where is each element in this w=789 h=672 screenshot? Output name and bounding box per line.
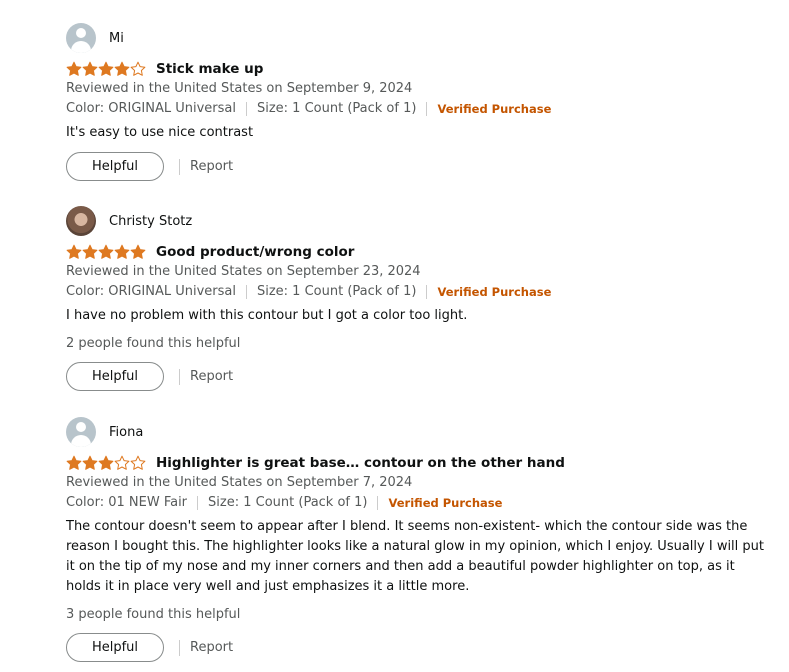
star-filled-icon [82, 455, 98, 470]
variant-size[interactable]: Size: 1 Count (Pack of 1) [257, 99, 416, 119]
star-filled-icon [98, 244, 114, 259]
reviews-page: Mi Stick make up Reviewed in the United … [0, 0, 789, 672]
review-title[interactable]: Highlighter is great base… contour on th… [156, 455, 565, 471]
reviewer-name[interactable]: Christy Stotz [109, 214, 192, 229]
star-empty-icon [130, 61, 146, 76]
person-icon [66, 417, 96, 447]
variant-info: Color: ORIGINAL Universal Size: 1 Count … [66, 99, 766, 119]
reviewer-profile[interactable]: Fiona [66, 417, 766, 447]
verified-purchase-badge: Verified Purchase [426, 102, 551, 116]
star-filled-icon [66, 455, 82, 470]
variant-info: Color: 01 NEW Fair Size: 1 Count (Pack o… [66, 493, 766, 513]
helpful-button[interactable]: Helpful [66, 362, 164, 391]
variant-size[interactable]: Size: 1 Count (Pack of 1) [257, 282, 416, 302]
reviewer-photo-avatar [66, 206, 96, 236]
star-filled-icon [114, 244, 130, 259]
variant-info: Color: ORIGINAL Universal Size: 1 Count … [66, 282, 766, 302]
star-filled-icon [82, 244, 98, 259]
helpful-button[interactable]: Helpful [66, 152, 164, 181]
variant-size[interactable]: Size: 1 Count (Pack of 1) [208, 493, 367, 513]
variant-color[interactable]: Color: ORIGINAL Universal [66, 282, 236, 302]
reviewer-profile[interactable]: Mi [66, 23, 766, 53]
report-link[interactable]: Report [179, 368, 233, 385]
star-empty-icon [130, 455, 146, 470]
report-link[interactable]: Report [179, 158, 233, 175]
review-card: Mi Stick make up Reviewed in the United … [66, 23, 766, 181]
star-filled-icon [130, 244, 146, 259]
review-date: Reviewed in the United States on Septemb… [66, 81, 413, 96]
review-card: Fiona Highlighter is great base… contour… [66, 417, 766, 662]
review-title[interactable]: Stick make up [156, 61, 263, 77]
star-filled-icon [66, 61, 82, 76]
star-filled-icon [114, 61, 130, 76]
reviewer-profile[interactable]: Christy Stotz [66, 206, 766, 236]
report-link[interactable]: Report [179, 639, 233, 656]
star-rating [66, 61, 146, 77]
verified-purchase-badge: Verified Purchase [426, 285, 551, 299]
review-card: Christy Stotz Good product/wrong color R… [66, 206, 766, 391]
star-filled-icon [98, 61, 114, 76]
variant-color[interactable]: Color: 01 NEW Fair [66, 493, 187, 513]
star-filled-icon [82, 61, 98, 76]
review-body: I have no problem with this contour but … [66, 308, 468, 323]
verified-purchase-badge: Verified Purchase [377, 496, 502, 510]
star-rating [66, 244, 146, 260]
review-date: Reviewed in the United States on Septemb… [66, 264, 421, 279]
review-body: The contour doesn't seem to appear after… [66, 519, 765, 594]
star-filled-icon [98, 455, 114, 470]
review-date: Reviewed in the United States on Septemb… [66, 475, 413, 490]
helpful-count: 2 people found this helpful [66, 336, 241, 351]
review-body: It's easy to use nice contrast [66, 125, 254, 140]
star-empty-icon [114, 455, 130, 470]
reviewer-name[interactable]: Fiona [109, 425, 143, 440]
person-icon [66, 23, 96, 53]
reviewer-name[interactable]: Mi [109, 31, 124, 46]
helpful-button[interactable]: Helpful [66, 633, 164, 662]
variant-color[interactable]: Color: ORIGINAL Universal [66, 99, 236, 119]
helpful-count: 3 people found this helpful [66, 607, 241, 622]
review-title[interactable]: Good product/wrong color [156, 244, 354, 260]
star-filled-icon [66, 244, 82, 259]
star-rating [66, 455, 146, 471]
